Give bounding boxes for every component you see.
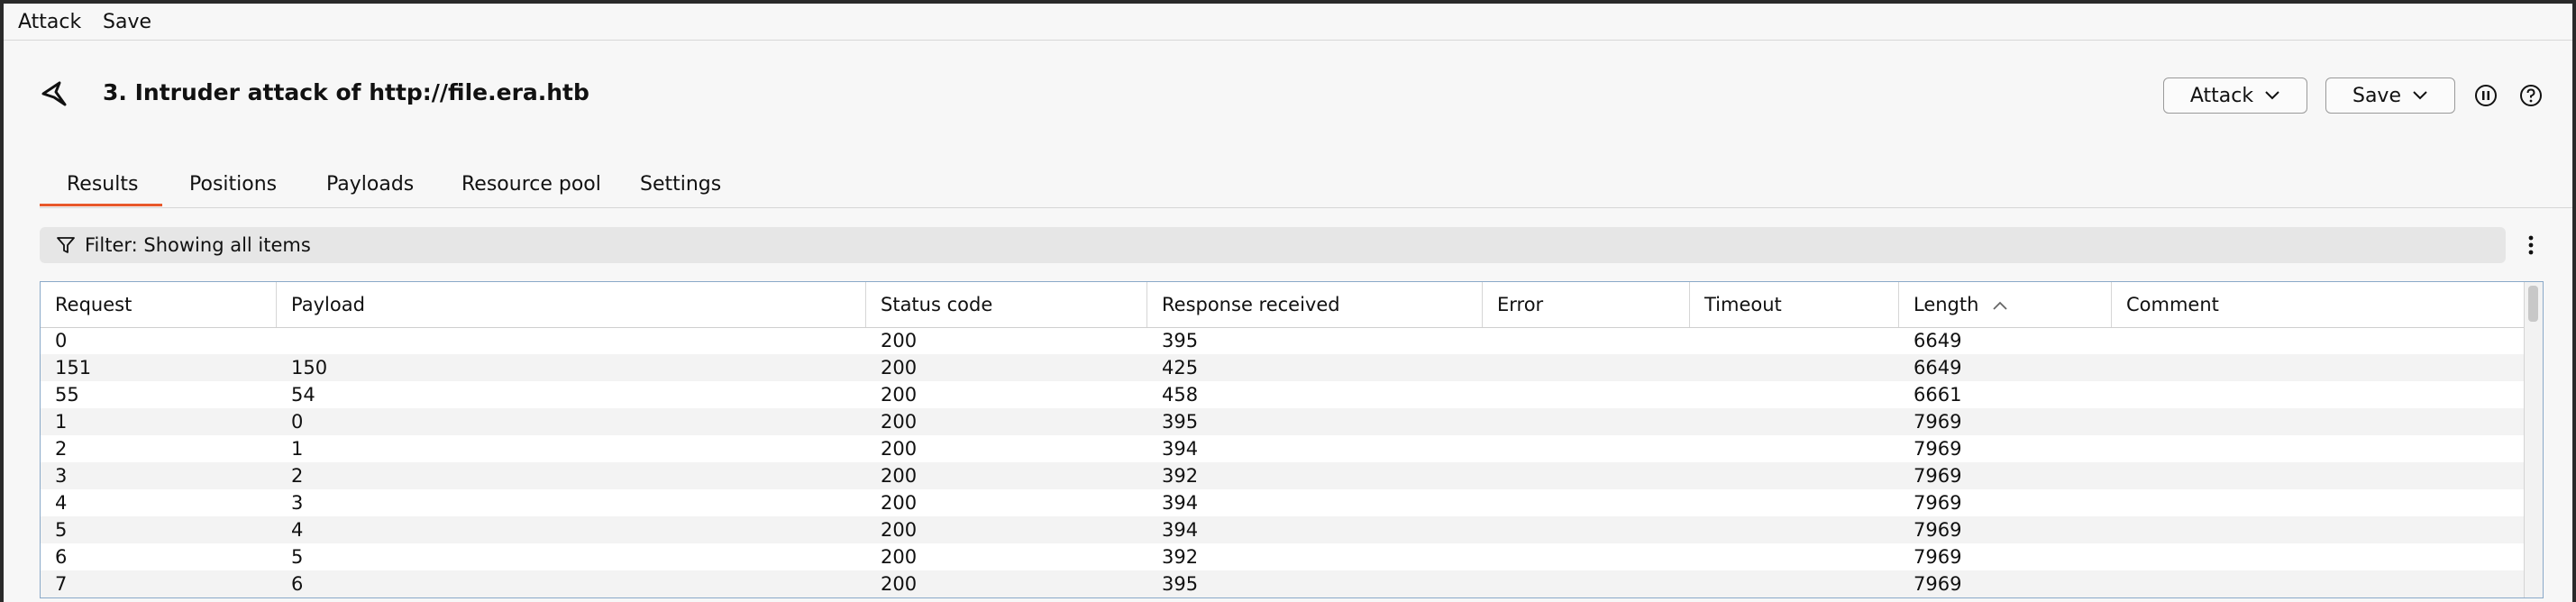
table-cell: 54 bbox=[291, 384, 315, 406]
sort-ascending-icon bbox=[1993, 301, 2007, 310]
column-header-length[interactable]: Length bbox=[1899, 282, 2112, 327]
table-row[interactable]: 4 3 200 394 7969 bbox=[41, 489, 2525, 516]
tab-settings[interactable]: Settings bbox=[640, 173, 721, 196]
save-button[interactable]: Save bbox=[2325, 78, 2455, 114]
table-row[interactable]: 0 200 395 6649 bbox=[41, 327, 2525, 354]
table-header: Request Payload Status code Response rec… bbox=[41, 282, 2525, 328]
table-cell: 200 bbox=[881, 357, 918, 379]
pause-icon[interactable] bbox=[2473, 83, 2498, 108]
chevron-down-icon bbox=[2413, 91, 2427, 100]
table-cell: 5 bbox=[55, 519, 68, 541]
attack-button[interactable]: Attack bbox=[2163, 78, 2307, 114]
table-row[interactable]: 6 5 200 392 7969 bbox=[41, 543, 2525, 570]
table-cell: 3 bbox=[291, 492, 304, 514]
table-cell: 7 bbox=[55, 573, 68, 595]
table-row[interactable]: 2 1 200 394 7969 bbox=[41, 435, 2525, 462]
table-cell: 6661 bbox=[1914, 384, 1962, 406]
table-cell: 4 bbox=[55, 492, 68, 514]
table-cell: 7969 bbox=[1914, 411, 1962, 433]
filter-bar[interactable]: Filter: Showing all items bbox=[40, 227, 2506, 263]
table-cell: 1 bbox=[291, 438, 304, 460]
active-tab-indicator bbox=[40, 204, 162, 206]
column-header-payload[interactable]: Payload bbox=[277, 282, 866, 327]
table-cell: 200 bbox=[881, 546, 918, 568]
column-header-response-received[interactable]: Response received bbox=[1147, 282, 1483, 327]
scrollbar-thumb[interactable] bbox=[2528, 286, 2538, 322]
table-cell: 395 bbox=[1162, 573, 1199, 595]
table-cell: 200 bbox=[881, 465, 918, 487]
table-cell: 6649 bbox=[1914, 330, 1962, 351]
vertical-scrollbar[interactable] bbox=[2524, 282, 2543, 597]
table-cell: 394 bbox=[1162, 438, 1199, 460]
help-icon[interactable] bbox=[2518, 83, 2544, 108]
table-cell: 151 bbox=[55, 357, 92, 379]
table-cell: 200 bbox=[881, 384, 918, 406]
filter-label: Filter: Showing all items bbox=[85, 234, 311, 256]
column-header-error[interactable]: Error bbox=[1483, 282, 1690, 327]
table-cell: 7969 bbox=[1914, 438, 1962, 460]
table-cell: 394 bbox=[1162, 519, 1199, 541]
table-cell: 0 bbox=[291, 411, 304, 433]
table-cell: 6 bbox=[291, 573, 304, 595]
table-cell: 200 bbox=[881, 573, 918, 595]
tab-payloads[interactable]: Payloads bbox=[326, 173, 414, 196]
table-cell: 395 bbox=[1162, 411, 1199, 433]
attack-button-label: Attack bbox=[2189, 84, 2254, 107]
tab-positions[interactable]: Positions bbox=[189, 173, 277, 196]
chevron-down-icon bbox=[2265, 91, 2279, 100]
table-row[interactable]: 3 2 200 392 7969 bbox=[41, 462, 2525, 489]
table-cell: 0 bbox=[55, 330, 68, 351]
tabs-divider bbox=[40, 207, 2572, 208]
filter-icon bbox=[57, 237, 75, 253]
table-row[interactable]: 5 4 200 394 7969 bbox=[41, 516, 2525, 543]
table-cell: 7969 bbox=[1914, 492, 1962, 514]
menubar: Attack Save bbox=[4, 4, 2572, 41]
intruder-icon bbox=[41, 81, 67, 106]
page-title: 3. Intruder attack of http://file.era.ht… bbox=[103, 79, 589, 105]
table-cell: 395 bbox=[1162, 330, 1199, 351]
tab-results[interactable]: Results bbox=[67, 173, 138, 196]
table-cell: 6 bbox=[55, 546, 68, 568]
table-cell: 150 bbox=[291, 357, 328, 379]
table-cell: 394 bbox=[1162, 492, 1199, 514]
tab-resource-pool[interactable]: Resource pool bbox=[461, 173, 601, 196]
table-cell: 392 bbox=[1162, 465, 1199, 487]
table-cell: 4 bbox=[291, 519, 304, 541]
table-row[interactable]: 55 54 200 458 6661 bbox=[41, 381, 2525, 408]
table-cell: 2 bbox=[291, 465, 304, 487]
menu-attack[interactable]: Attack bbox=[18, 11, 81, 33]
results-table: Request Payload Status code Response rec… bbox=[40, 281, 2544, 598]
table-cell: 7969 bbox=[1914, 546, 1962, 568]
table-cell: 200 bbox=[881, 438, 918, 460]
column-header-status-code[interactable]: Status code bbox=[866, 282, 1147, 327]
more-options-icon[interactable] bbox=[2520, 231, 2542, 260]
table-cell: 6649 bbox=[1914, 357, 1962, 379]
table-cell: 200 bbox=[881, 492, 918, 514]
column-header-request[interactable]: Request bbox=[41, 282, 277, 327]
table-cell: 458 bbox=[1162, 384, 1199, 406]
column-header-comment[interactable]: Comment bbox=[2112, 282, 2525, 327]
table-cell: 7969 bbox=[1914, 573, 1962, 595]
table-row[interactable]: 1 0 200 395 7969 bbox=[41, 408, 2525, 435]
table-cell: 3 bbox=[55, 465, 68, 487]
table-cell: 7969 bbox=[1914, 465, 1962, 487]
table-cell: 200 bbox=[881, 411, 918, 433]
table-cell: 7969 bbox=[1914, 519, 1962, 541]
table-cell: 392 bbox=[1162, 546, 1199, 568]
table-row[interactable]: 151 150 200 425 6649 bbox=[41, 354, 2525, 381]
table-cell: 200 bbox=[881, 519, 918, 541]
save-button-label: Save bbox=[2352, 84, 2401, 107]
table-row[interactable]: 7 6 200 395 7969 bbox=[41, 570, 2525, 597]
table-cell: 5 bbox=[291, 546, 304, 568]
table-cell: 1 bbox=[55, 411, 68, 433]
menu-save[interactable]: Save bbox=[103, 11, 151, 33]
table-cell: 55 bbox=[55, 384, 79, 406]
table-cell: 425 bbox=[1162, 357, 1199, 379]
table-cell: 2 bbox=[55, 438, 68, 460]
column-header-length-label: Length bbox=[1914, 294, 1979, 315]
column-header-timeout[interactable]: Timeout bbox=[1690, 282, 1899, 327]
table-cell: 200 bbox=[881, 330, 918, 351]
